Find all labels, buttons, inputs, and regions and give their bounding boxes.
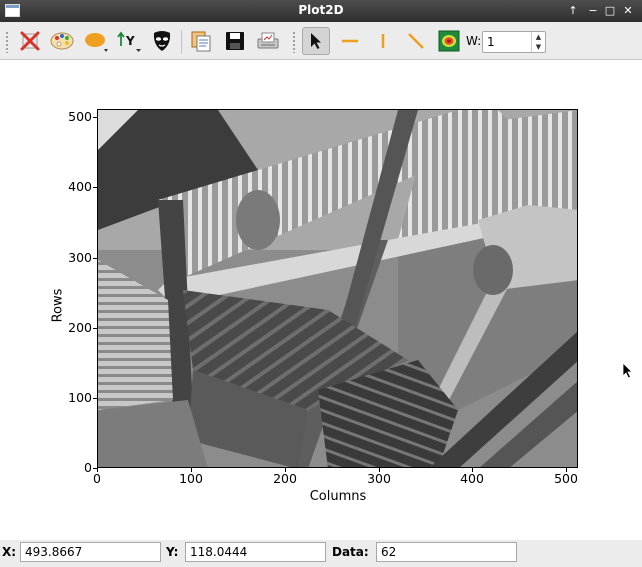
y-tick-mark <box>93 258 97 259</box>
line-profile-button[interactable] <box>402 27 430 55</box>
copy-button[interactable] <box>187 27 215 55</box>
y-coordinate-field[interactable]: 118.0444 <box>185 542 326 562</box>
aspect-ratio-button[interactable] <box>82 27 110 55</box>
x-tick-label: 500 <box>554 471 578 486</box>
y-tick-mark <box>93 398 97 399</box>
reset-zoom-button[interactable] <box>16 27 44 55</box>
x-tick-label: 200 <box>273 471 297 486</box>
colormap-icon <box>50 32 74 50</box>
y-tick-label: 500 <box>68 109 92 124</box>
data-value-label: Data: <box>332 545 369 559</box>
print-icon <box>257 32 279 49</box>
keep-above-button[interactable]: ↑ <box>565 2 581 19</box>
y-tick-mark <box>93 187 97 188</box>
mask-icon <box>153 31 171 51</box>
window-title: Plot2D <box>298 3 344 17</box>
x-coordinate-label: X: <box>2 545 17 559</box>
y-axis-label: Rows <box>50 288 66 323</box>
mask-button[interactable] <box>148 27 176 55</box>
save-icon <box>226 32 244 50</box>
status-bar: X: 493.8667 Y: 118.0444 Data: 62 <box>0 540 642 567</box>
x-axis-label: Columns <box>309 489 367 504</box>
title-bar: Plot2D ↑ − □ ✕ <box>0 0 642 22</box>
save-button[interactable] <box>221 27 249 55</box>
reset-zoom-icon <box>20 31 40 51</box>
svg-text:Y: Y <box>125 34 135 48</box>
close-button[interactable]: ✕ <box>620 2 636 19</box>
y-tick-label: 100 <box>68 390 92 405</box>
toolbar-grip[interactable] <box>292 31 296 53</box>
y-tick-mark <box>93 328 97 329</box>
horizontal-profile-button[interactable] <box>336 27 364 55</box>
plot-area[interactable]: 500 400 300 200 100 0 0 100 200 300 400 … <box>0 60 642 540</box>
grayscale-image[interactable] <box>98 110 578 468</box>
diagonal-line-icon <box>408 33 424 49</box>
x-tick-label: 300 <box>367 471 391 486</box>
spin-up-icon[interactable]: ▲ <box>531 32 545 42</box>
spin-down-icon[interactable]: ▼ <box>531 42 545 52</box>
horizontal-line-icon <box>342 39 358 43</box>
colormap-button[interactable] <box>48 27 76 55</box>
x-tick-label: 400 <box>460 471 484 486</box>
image-plot[interactable] <box>97 109 578 468</box>
x-tick-label: 100 <box>179 471 203 486</box>
vertical-line-icon <box>381 34 385 48</box>
toolbar: Y W: 1 ▲ ▼ <box>0 22 642 60</box>
pointer-icon <box>311 33 321 49</box>
vertical-profile-button[interactable] <box>369 27 397 55</box>
x-tick-label: 0 <box>93 471 101 486</box>
mouse-cursor-icon <box>622 362 633 379</box>
print-button[interactable] <box>254 27 282 55</box>
copy-icon <box>191 31 211 52</box>
image-profile-icon <box>438 30 460 52</box>
aspect-ratio-icon <box>85 33 108 52</box>
y-tick-mark <box>93 117 97 118</box>
minimize-button[interactable]: − <box>585 2 601 19</box>
pointer-tool-button[interactable] <box>302 27 330 55</box>
y-tick-label: 300 <box>68 250 92 265</box>
data-value-field[interactable]: 62 <box>376 542 517 562</box>
line-width-value[interactable]: 1 <box>487 35 495 49</box>
line-width-spinbox[interactable]: 1 ▲ ▼ <box>482 31 546 53</box>
line-width-label: W: <box>466 34 482 48</box>
toolbar-grip[interactable] <box>5 31 9 53</box>
x-coordinate-field[interactable]: 493.8667 <box>20 542 161 562</box>
y-tick-label: 400 <box>68 179 92 194</box>
y-axis-direction-button[interactable]: Y <box>115 27 143 55</box>
y-coordinate-label: Y: <box>166 545 179 559</box>
y-axis-inverted-icon: Y <box>117 31 141 52</box>
image-profile-button[interactable] <box>435 27 463 55</box>
maximize-button[interactable]: □ <box>602 2 618 19</box>
toolbar-separator <box>181 30 182 54</box>
